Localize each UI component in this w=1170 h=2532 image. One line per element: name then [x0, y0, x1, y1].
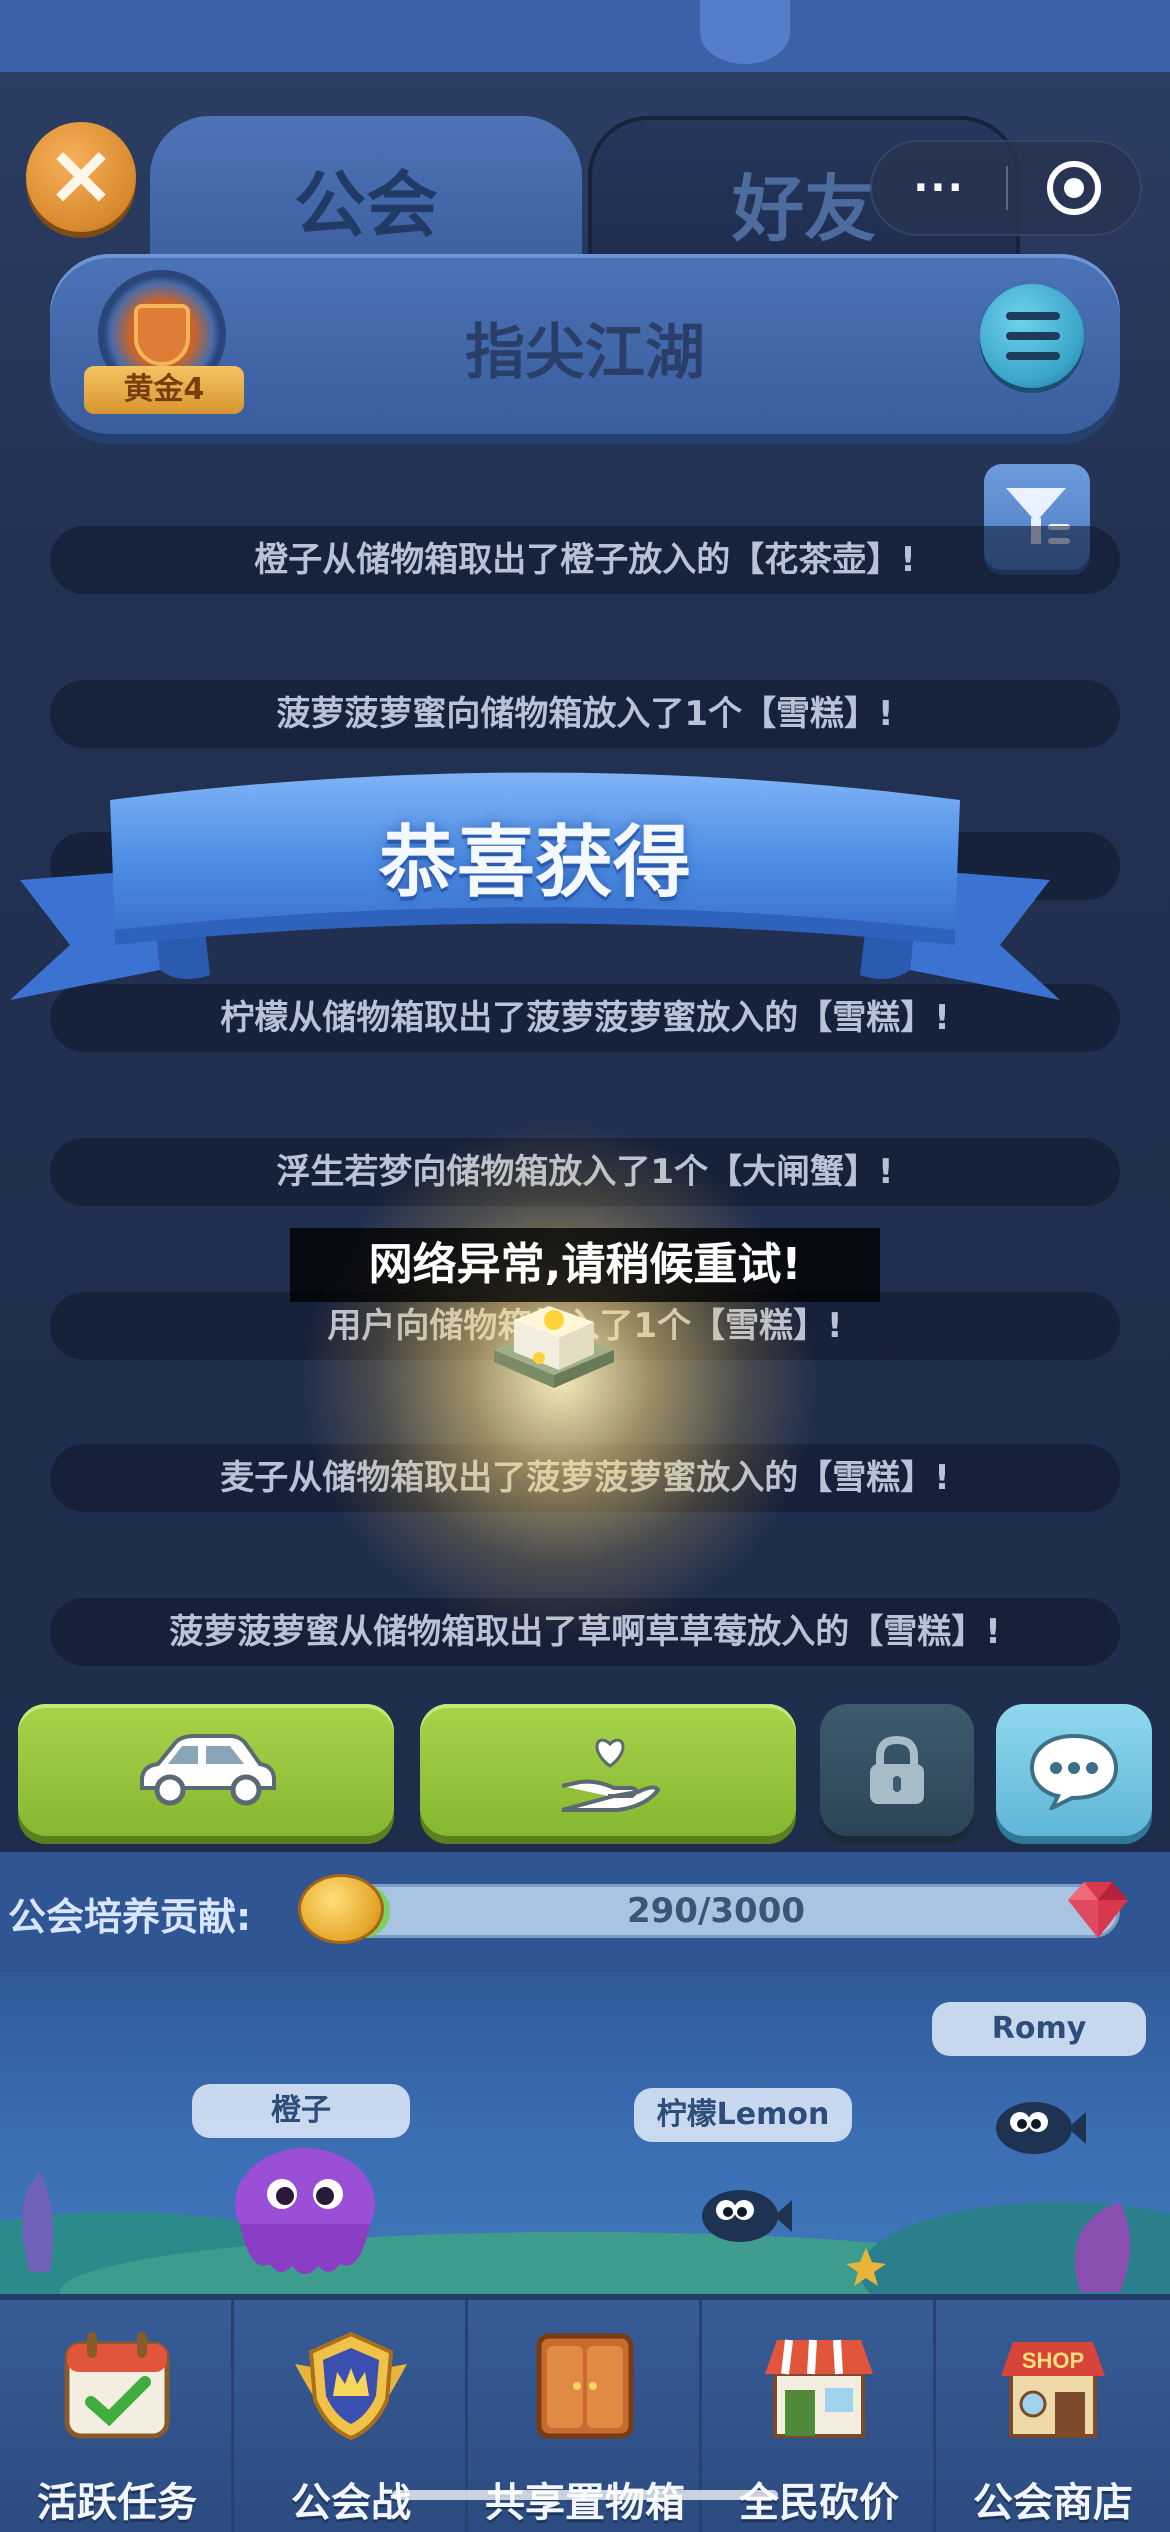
donate-button[interactable]	[420, 1704, 796, 1836]
member-name-tag: Romy	[932, 2002, 1146, 2056]
nav-label: 公会商店	[973, 2480, 1133, 2526]
contribution-value: 290/3000	[626, 1891, 806, 1931]
contribution-label: 公会培养贡献:	[8, 1895, 252, 1939]
nav-daily-tasks[interactable]: 活跃任务	[0, 2300, 234, 2532]
svg-text:SHOP: SHOP	[1022, 2348, 1084, 2373]
star-decoration-icon	[700, 0, 790, 64]
calendar-check-icon	[64, 2332, 170, 2439]
tab-guild[interactable]: 公会	[150, 116, 582, 266]
chat-button[interactable]	[996, 1704, 1152, 1836]
locked-button[interactable]	[820, 1704, 974, 1836]
network-error-toast: 网络异常,请稍候重试!	[290, 1228, 880, 1302]
top-strip	[0, 0, 1170, 72]
member-name-tag: 柠檬Lemon	[634, 2088, 852, 2142]
nav-guild-shop[interactable]: SHOP 公会商店	[936, 2300, 1170, 2532]
chat-icon	[1029, 1733, 1119, 1810]
guild-header: 黄金4 指尖江湖	[50, 254, 1120, 434]
filter-icon	[1006, 488, 1066, 522]
octopus-avatar[interactable]	[230, 2144, 380, 2284]
member-name-tag: 橙子	[192, 2084, 410, 2138]
guild-name: 指尖江湖	[465, 318, 705, 388]
close-button[interactable]: ×	[26, 122, 136, 232]
nav-label: 活跃任务	[37, 2480, 197, 2526]
close-icon: ×	[45, 125, 117, 223]
log-row: 橙子从储物箱取出了橙子放入的【花茶壶】!	[50, 526, 1120, 594]
more-menu-button[interactable]: ···	[872, 165, 1006, 211]
wardrobe-icon	[536, 2333, 634, 2439]
guild-menu-button[interactable]	[980, 284, 1084, 388]
car-button[interactable]	[18, 1704, 394, 1836]
heart-hand-icon	[561, 1738, 661, 1812]
fish-avatar[interactable]	[696, 2184, 792, 2248]
log-row: 菠萝菠萝蜜向储物箱放入了1个【雪糕】!	[50, 680, 1120, 748]
crown-shield-icon	[295, 2331, 407, 2441]
target-icon	[1046, 161, 1101, 215]
miniprogram-capsule: ···	[870, 140, 1142, 236]
car-icon	[140, 1734, 276, 1806]
home-indicator[interactable]	[392, 2490, 778, 2500]
store-icon	[765, 2339, 873, 2438]
fish-avatar[interactable]	[990, 2096, 1086, 2160]
gem-icon	[1068, 1882, 1128, 1938]
reward-title: 恭喜获得	[378, 818, 691, 908]
lock-icon	[870, 1735, 924, 1804]
shop-icon: SHOP	[1001, 2342, 1105, 2438]
close-miniprogram-button[interactable]	[1008, 161, 1140, 215]
